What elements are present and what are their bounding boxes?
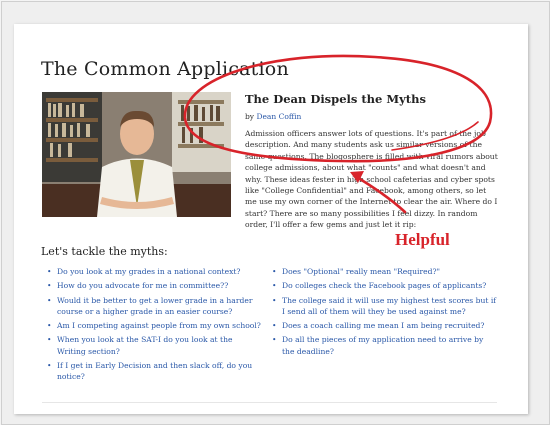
annotation-overlay bbox=[183, 54, 493, 214]
annotation-ellipse bbox=[183, 54, 493, 163]
annotation-arrow bbox=[353, 174, 407, 214]
annotation-label: Helpful bbox=[395, 230, 450, 249]
